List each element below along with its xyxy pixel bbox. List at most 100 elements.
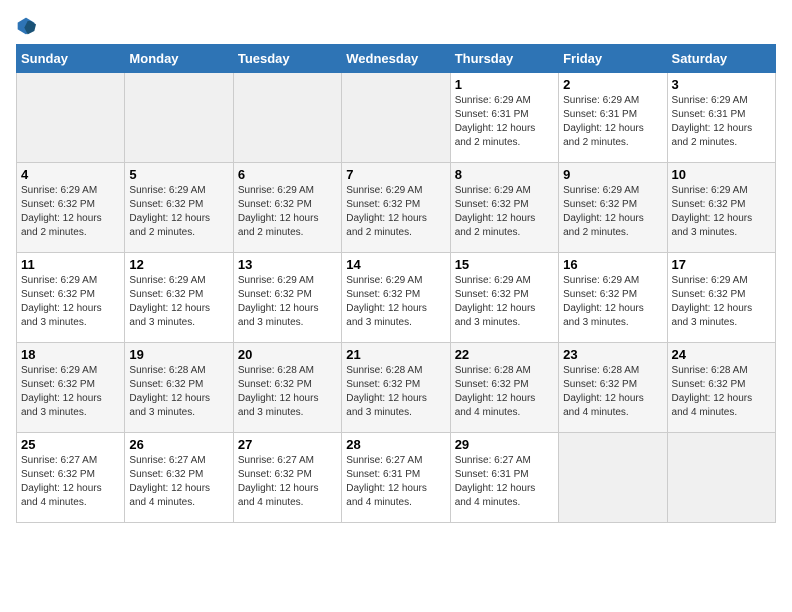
day-number: 13 bbox=[238, 257, 337, 272]
day-info: Sunrise: 6:29 AMSunset: 6:32 PMDaylight:… bbox=[21, 274, 120, 330]
calendar-cell: 8 Sunrise: 6:29 AMSunset: 6:32 PMDaylight… bbox=[450, 163, 558, 253]
day-info: Sunrise: 6:27 AMSunset: 6:32 PMDaylight:… bbox=[238, 454, 337, 510]
calendar-cell: 9 Sunrise: 6:29 AMSunset: 6:32 PMDaylight… bbox=[559, 163, 667, 253]
day-number: 23 bbox=[563, 347, 662, 362]
calendar-cell bbox=[667, 433, 775, 523]
day-number: 7 bbox=[346, 167, 445, 182]
calendar-cell: 27 Sunrise: 6:27 AMSunset: 6:32 PMDayligh… bbox=[233, 433, 341, 523]
day-number: 18 bbox=[21, 347, 120, 362]
calendar-header-row: SundayMondayTuesdayWednesdayThursdayFrid… bbox=[17, 45, 776, 73]
day-info: Sunrise: 6:29 AMSunset: 6:32 PMDaylight:… bbox=[129, 184, 228, 240]
day-number: 17 bbox=[672, 257, 771, 272]
calendar-cell: 19 Sunrise: 6:28 AMSunset: 6:32 PMDayligh… bbox=[125, 343, 233, 433]
day-info: Sunrise: 6:28 AMSunset: 6:32 PMDaylight:… bbox=[563, 364, 662, 420]
day-number: 5 bbox=[129, 167, 228, 182]
day-number: 27 bbox=[238, 437, 337, 452]
day-info: Sunrise: 6:28 AMSunset: 6:32 PMDaylight:… bbox=[238, 364, 337, 420]
day-info: Sunrise: 6:27 AMSunset: 6:32 PMDaylight:… bbox=[129, 454, 228, 510]
day-number: 16 bbox=[563, 257, 662, 272]
calendar-cell: 28 Sunrise: 6:27 AMSunset: 6:31 PMDayligh… bbox=[342, 433, 450, 523]
calendar-cell: 18 Sunrise: 6:29 AMSunset: 6:32 PMDayligh… bbox=[17, 343, 125, 433]
calendar-cell: 7 Sunrise: 6:29 AMSunset: 6:32 PMDaylight… bbox=[342, 163, 450, 253]
week-row-3: 11 Sunrise: 6:29 AMSunset: 6:32 PMDayligh… bbox=[17, 253, 776, 343]
day-number: 24 bbox=[672, 347, 771, 362]
column-header-friday: Friday bbox=[559, 45, 667, 73]
day-info: Sunrise: 6:29 AMSunset: 6:32 PMDaylight:… bbox=[455, 274, 554, 330]
day-info: Sunrise: 6:29 AMSunset: 6:31 PMDaylight:… bbox=[672, 94, 771, 150]
day-info: Sunrise: 6:28 AMSunset: 6:32 PMDaylight:… bbox=[672, 364, 771, 420]
calendar-cell: 29 Sunrise: 6:27 AMSunset: 6:31 PMDayligh… bbox=[450, 433, 558, 523]
calendar-cell: 11 Sunrise: 6:29 AMSunset: 6:32 PMDayligh… bbox=[17, 253, 125, 343]
day-info: Sunrise: 6:29 AMSunset: 6:32 PMDaylight:… bbox=[21, 364, 120, 420]
column-header-thursday: Thursday bbox=[450, 45, 558, 73]
day-number: 25 bbox=[21, 437, 120, 452]
calendar-cell: 25 Sunrise: 6:27 AMSunset: 6:32 PMDayligh… bbox=[17, 433, 125, 523]
day-info: Sunrise: 6:28 AMSunset: 6:32 PMDaylight:… bbox=[455, 364, 554, 420]
day-info: Sunrise: 6:29 AMSunset: 6:32 PMDaylight:… bbox=[672, 184, 771, 240]
calendar-cell: 12 Sunrise: 6:29 AMSunset: 6:32 PMDayligh… bbox=[125, 253, 233, 343]
day-number: 28 bbox=[346, 437, 445, 452]
calendar-table: SundayMondayTuesdayWednesdayThursdayFrid… bbox=[16, 44, 776, 523]
calendar-cell: 10 Sunrise: 6:29 AMSunset: 6:32 PMDayligh… bbox=[667, 163, 775, 253]
day-number: 21 bbox=[346, 347, 445, 362]
day-info: Sunrise: 6:29 AMSunset: 6:32 PMDaylight:… bbox=[563, 184, 662, 240]
day-info: Sunrise: 6:29 AMSunset: 6:32 PMDaylight:… bbox=[346, 184, 445, 240]
day-info: Sunrise: 6:28 AMSunset: 6:32 PMDaylight:… bbox=[129, 364, 228, 420]
column-header-monday: Monday bbox=[125, 45, 233, 73]
day-info: Sunrise: 6:29 AMSunset: 6:32 PMDaylight:… bbox=[238, 274, 337, 330]
day-number: 14 bbox=[346, 257, 445, 272]
day-info: Sunrise: 6:29 AMSunset: 6:32 PMDaylight:… bbox=[238, 184, 337, 240]
column-header-saturday: Saturday bbox=[667, 45, 775, 73]
calendar-cell bbox=[559, 433, 667, 523]
calendar-cell: 3 Sunrise: 6:29 AMSunset: 6:31 PMDaylight… bbox=[667, 73, 775, 163]
day-number: 9 bbox=[563, 167, 662, 182]
day-number: 22 bbox=[455, 347, 554, 362]
day-info: Sunrise: 6:29 AMSunset: 6:32 PMDaylight:… bbox=[672, 274, 771, 330]
calendar-cell: 24 Sunrise: 6:28 AMSunset: 6:32 PMDayligh… bbox=[667, 343, 775, 433]
day-number: 19 bbox=[129, 347, 228, 362]
calendar-cell: 13 Sunrise: 6:29 AMSunset: 6:32 PMDayligh… bbox=[233, 253, 341, 343]
logo bbox=[16, 16, 40, 36]
day-info: Sunrise: 6:27 AMSunset: 6:31 PMDaylight:… bbox=[455, 454, 554, 510]
day-info: Sunrise: 6:28 AMSunset: 6:32 PMDaylight:… bbox=[346, 364, 445, 420]
day-number: 10 bbox=[672, 167, 771, 182]
day-number: 2 bbox=[563, 77, 662, 92]
column-header-wednesday: Wednesday bbox=[342, 45, 450, 73]
day-number: 11 bbox=[21, 257, 120, 272]
calendar-cell: 2Sunrise: 6:29 AMSunset: 6:31 PMDaylight… bbox=[559, 73, 667, 163]
day-info: Sunrise: 6:29 AMSunset: 6:32 PMDaylight:… bbox=[21, 184, 120, 240]
day-number: 20 bbox=[238, 347, 337, 362]
day-number: 3 bbox=[672, 77, 771, 92]
day-info: Sunrise: 6:29 AMSunset: 6:31 PMDaylight:… bbox=[455, 94, 554, 150]
day-number: 12 bbox=[129, 257, 228, 272]
calendar-cell bbox=[17, 73, 125, 163]
day-info: Sunrise: 6:29 AMSunset: 6:32 PMDaylight:… bbox=[346, 274, 445, 330]
day-number: 26 bbox=[129, 437, 228, 452]
day-number: 4 bbox=[21, 167, 120, 182]
calendar-cell: 21 Sunrise: 6:28 AMSunset: 6:32 PMDayligh… bbox=[342, 343, 450, 433]
week-row-2: 4 Sunrise: 6:29 AMSunset: 6:32 PMDaylight… bbox=[17, 163, 776, 253]
calendar-cell: 4 Sunrise: 6:29 AMSunset: 6:32 PMDaylight… bbox=[17, 163, 125, 253]
day-number: 1 bbox=[455, 77, 554, 92]
day-number: 29 bbox=[455, 437, 554, 452]
calendar-cell: 26 Sunrise: 6:27 AMSunset: 6:32 PMDayligh… bbox=[125, 433, 233, 523]
logo-icon bbox=[16, 16, 36, 36]
day-number: 8 bbox=[455, 167, 554, 182]
calendar-cell: 5 Sunrise: 6:29 AMSunset: 6:32 PMDaylight… bbox=[125, 163, 233, 253]
day-info: Sunrise: 6:29 AMSunset: 6:32 PMDaylight:… bbox=[129, 274, 228, 330]
calendar-cell: 16Sunrise: 6:29 AMSunset: 6:32 PMDayligh… bbox=[559, 253, 667, 343]
day-info: Sunrise: 6:27 AMSunset: 6:32 PMDaylight:… bbox=[21, 454, 120, 510]
calendar-cell bbox=[125, 73, 233, 163]
calendar-cell bbox=[233, 73, 341, 163]
week-row-5: 25 Sunrise: 6:27 AMSunset: 6:32 PMDayligh… bbox=[17, 433, 776, 523]
calendar-cell: 22 Sunrise: 6:28 AMSunset: 6:32 PMDayligh… bbox=[450, 343, 558, 433]
day-info: Sunrise: 6:29 AMSunset: 6:32 PMDaylight:… bbox=[455, 184, 554, 240]
calendar-cell: 14 Sunrise: 6:29 AMSunset: 6:32 PMDayligh… bbox=[342, 253, 450, 343]
calendar-cell: 15Sunrise: 6:29 AMSunset: 6:32 PMDayligh… bbox=[450, 253, 558, 343]
page-header bbox=[16, 16, 776, 36]
calendar-cell: 20 Sunrise: 6:28 AMSunset: 6:32 PMDayligh… bbox=[233, 343, 341, 433]
calendar-cell: 23 Sunrise: 6:28 AMSunset: 6:32 PMDayligh… bbox=[559, 343, 667, 433]
calendar-cell: 6Sunrise: 6:29 AMSunset: 6:32 PMDaylight… bbox=[233, 163, 341, 253]
day-info: Sunrise: 6:27 AMSunset: 6:31 PMDaylight:… bbox=[346, 454, 445, 510]
column-header-tuesday: Tuesday bbox=[233, 45, 341, 73]
